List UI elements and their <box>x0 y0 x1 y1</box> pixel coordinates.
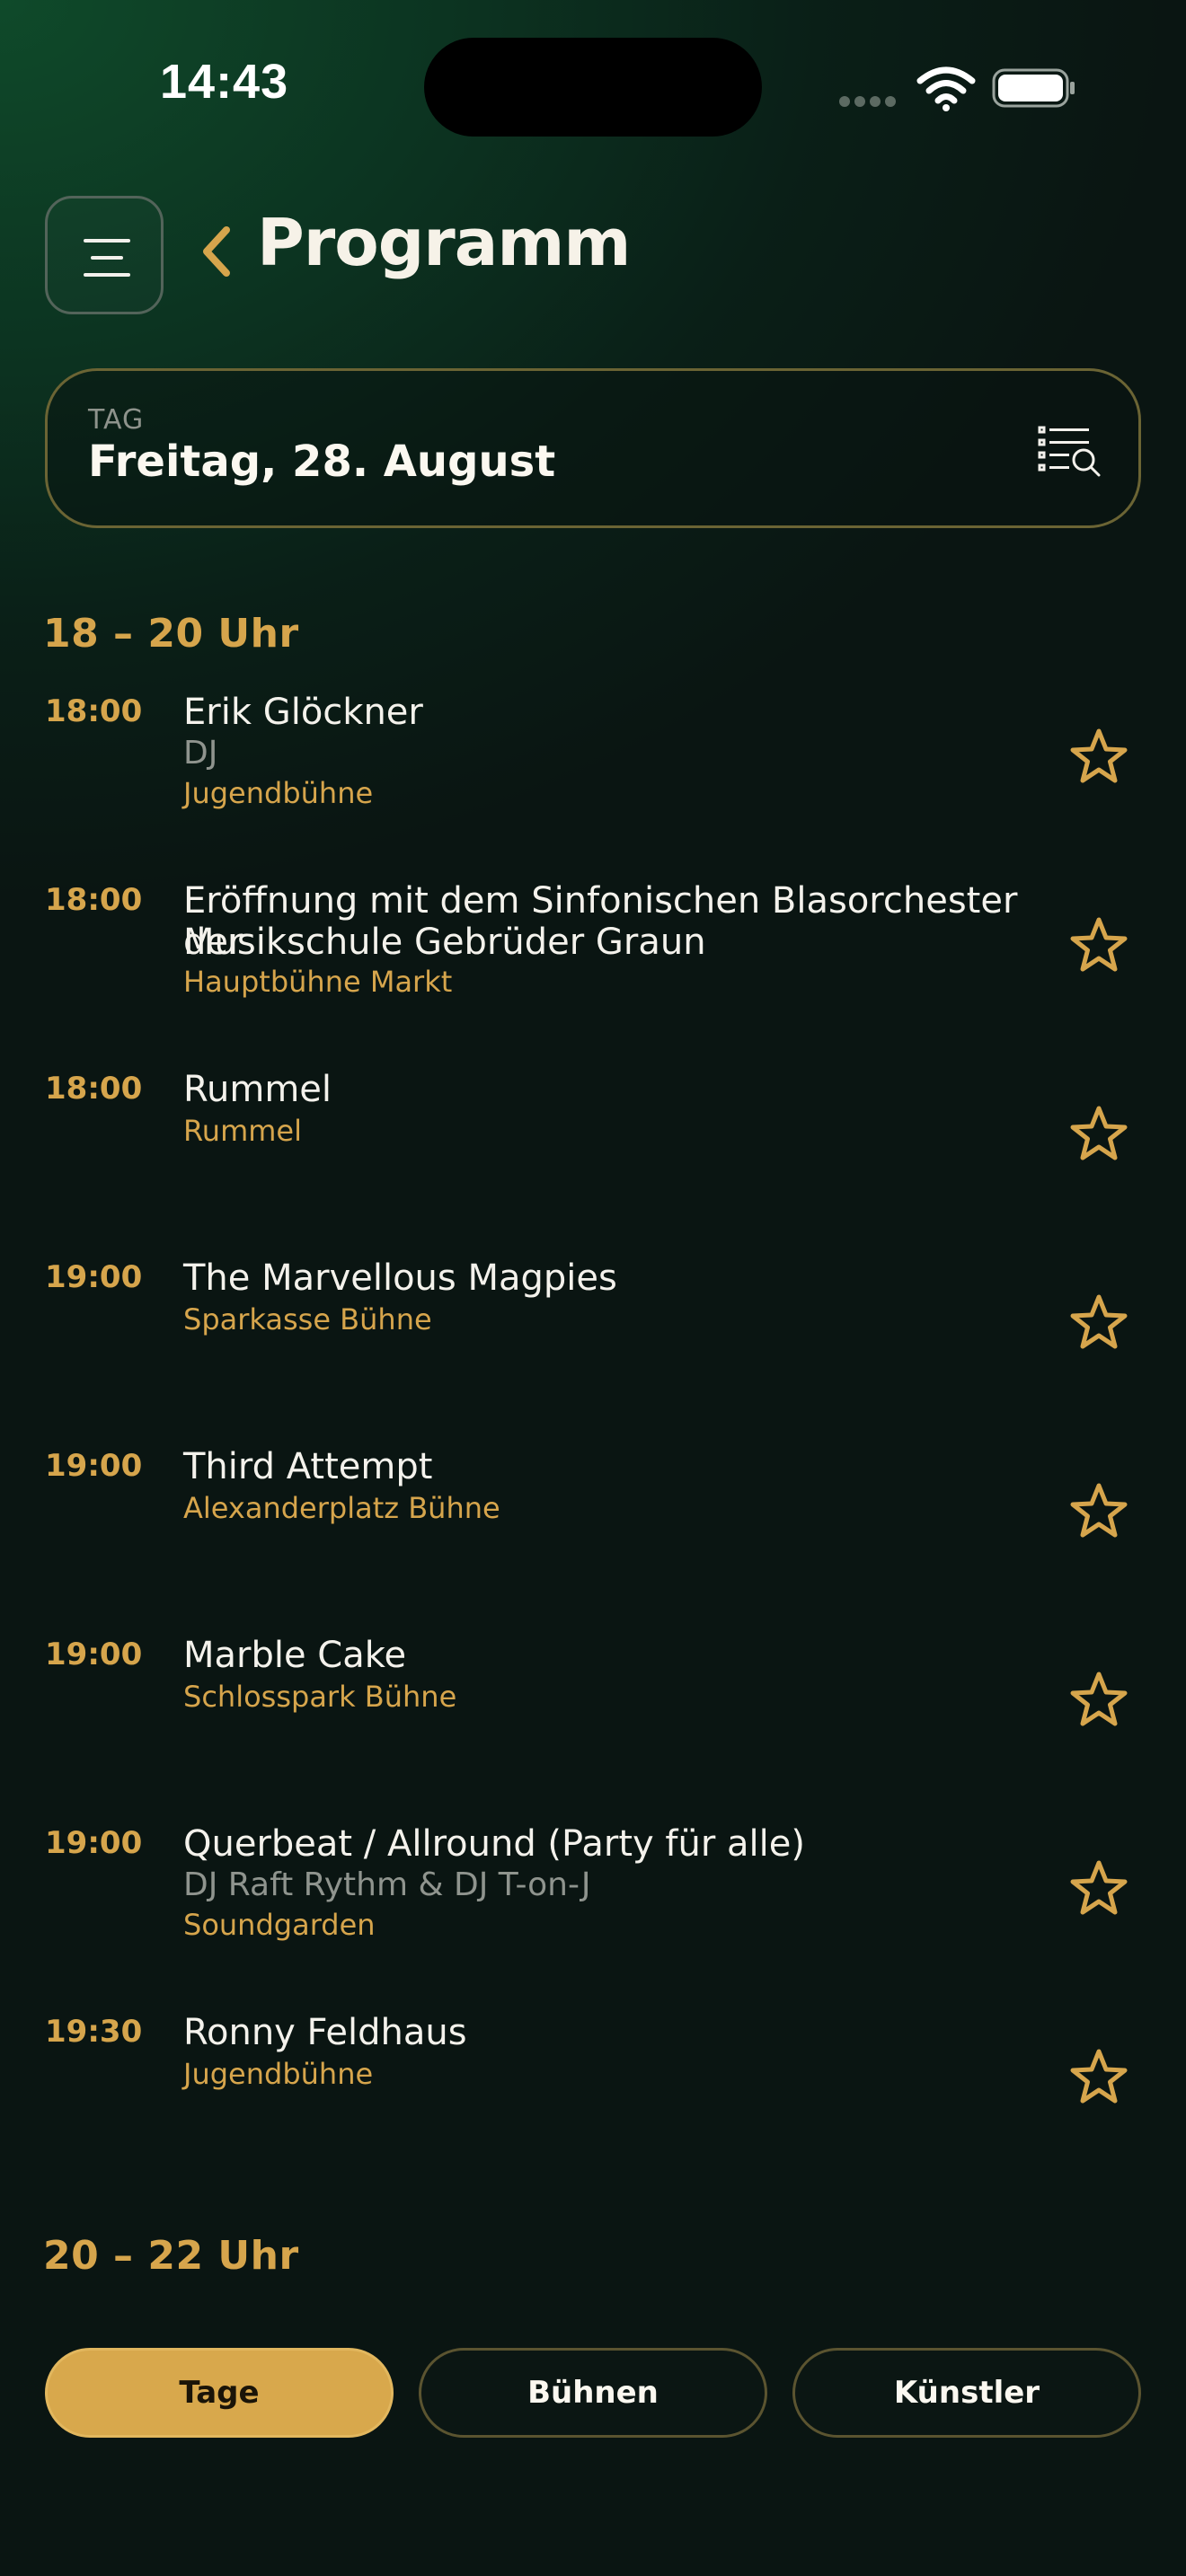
tab-buehnen[interactable]: Bühnen <box>419 2348 767 2438</box>
section-heading: 20 – 22 Uhr <box>43 2233 299 2279</box>
tab-tage[interactable]: Tage <box>45 2348 394 2438</box>
event-stage: Rummel <box>183 1114 302 1148</box>
day-selector-label: TAG <box>88 404 145 436</box>
battery-icon <box>992 68 1076 108</box>
cellular-signal-icon <box>839 93 902 107</box>
event-title-line2[interactable]: Musikschule Gebrüder Graun <box>183 922 1055 963</box>
event-title[interactable]: Rummel <box>183 1069 1055 1110</box>
event-subtitle: DJ <box>183 735 218 772</box>
event-stage: Jugendbühne <box>183 2057 374 2091</box>
menu-button[interactable] <box>45 196 164 314</box>
event-time: 18:00 <box>45 693 143 729</box>
event-time: 18:00 <box>45 1071 143 1107</box>
wifi-icon <box>916 65 976 113</box>
event-title[interactable]: Querbeat / Allround (Party für alle) <box>183 1823 1055 1865</box>
status-time: 14:43 <box>160 55 289 109</box>
event-stage: Hauptbühne Markt <box>183 965 453 999</box>
event-stage: Jugendbühne <box>183 776 374 810</box>
list-search-icon[interactable] <box>1037 424 1102 478</box>
star-icon[interactable] <box>1069 1671 1128 1728</box>
event-title[interactable]: Third Attempt <box>183 1446 1055 1487</box>
event-time: 19:00 <box>45 1636 143 1672</box>
event-time: 19:00 <box>45 1448 143 1484</box>
event-title[interactable]: The Marvellous Magpies <box>183 1257 1055 1299</box>
event-time: 18:00 <box>45 882 143 918</box>
event-subtitle: DJ Raft Rythm & DJ T-on-J <box>183 1866 591 1903</box>
star-icon[interactable] <box>1069 2048 1128 2105</box>
day-selector-value: Freitag, 28. August <box>88 437 556 487</box>
chevron-left-icon[interactable] <box>198 223 234 280</box>
star-icon[interactable] <box>1069 728 1128 785</box>
section-heading: 18 – 20 Uhr <box>43 611 299 657</box>
tab-kuenstler[interactable]: Künstler <box>792 2348 1141 2438</box>
event-title[interactable]: Ronny Feldhaus <box>183 2012 1055 2053</box>
event-time: 19:30 <box>45 2014 143 2050</box>
event-stage: Alexanderplatz Bühne <box>183 1491 500 1525</box>
page-title: Programm <box>257 205 631 280</box>
event-stage: Sparkasse Bühne <box>183 1302 432 1337</box>
star-icon[interactable] <box>1069 1105 1128 1162</box>
star-icon[interactable] <box>1069 1482 1128 1539</box>
event-stage: Soundgarden <box>183 1908 376 1942</box>
star-icon[interactable] <box>1069 916 1128 974</box>
event-stage: Schlosspark Bühne <box>183 1680 457 1714</box>
star-icon[interactable] <box>1069 1859 1128 1917</box>
event-time: 19:00 <box>45 1825 143 1861</box>
menu-icon <box>84 239 130 277</box>
dynamic-island <box>424 38 762 137</box>
event-title[interactable]: Erik Glöckner <box>183 692 1055 733</box>
event-time: 19:00 <box>45 1259 143 1295</box>
star-icon[interactable] <box>1069 1293 1128 1351</box>
event-title[interactable]: Marble Cake <box>183 1635 1055 1676</box>
